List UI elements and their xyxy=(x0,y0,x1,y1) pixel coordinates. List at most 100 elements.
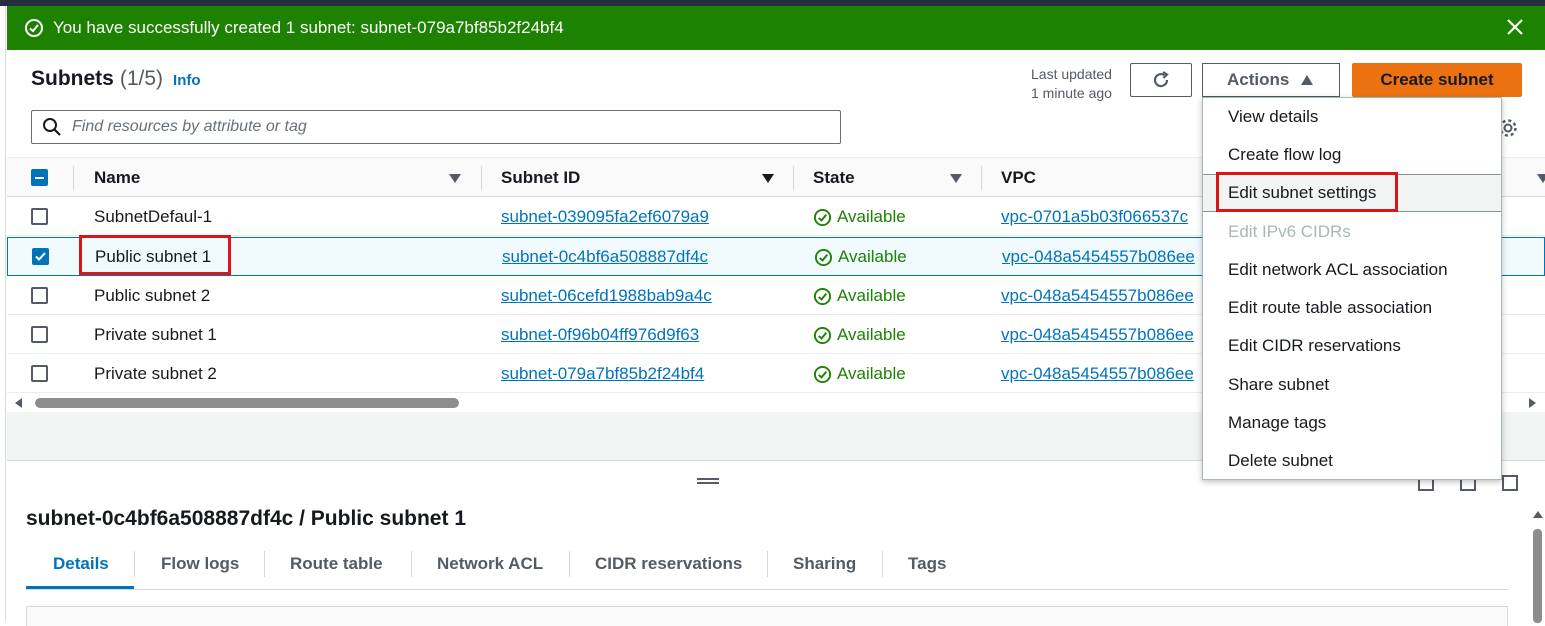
tab-details[interactable]: Details xyxy=(53,554,109,574)
menu-item-delete-subnet[interactable]: Delete subnet xyxy=(1228,451,1333,471)
tab-cidr-reservations[interactable]: CIDR reservations xyxy=(595,554,742,574)
state-cell: Available xyxy=(813,286,906,306)
column-header-name[interactable]: Name xyxy=(94,168,140,188)
actions-label: Actions xyxy=(1227,70,1290,89)
status-available-icon xyxy=(813,208,832,226)
row-checkbox[interactable] xyxy=(31,326,48,343)
state-text: Available xyxy=(837,207,906,226)
flash-message: You have successfully created 1 subnet: … xyxy=(53,18,564,37)
subnet-id-link[interactable]: subnet-039095fa2ef6079a9 xyxy=(501,207,709,227)
column-divider xyxy=(73,166,74,190)
tab-sharing[interactable]: Sharing xyxy=(793,554,856,574)
state-text: Available xyxy=(837,325,906,344)
subnet-id-link[interactable]: subnet-0f96b04ff976d9f63 xyxy=(501,325,699,345)
vpc-link[interactable]: vpc-0701a5b03f066537c xyxy=(1001,207,1203,227)
tab-divider xyxy=(264,551,265,577)
column-divider[interactable] xyxy=(981,166,982,190)
tab-divider xyxy=(411,551,412,577)
column-divider[interactable] xyxy=(481,166,482,190)
vpc-link[interactable]: vpc-048a5454557b086ee xyxy=(1001,286,1203,306)
tab-divider xyxy=(134,551,135,577)
subnet-id-link[interactable]: subnet-06cefd1988bab9a4c xyxy=(501,286,712,306)
info-link[interactable]: Info xyxy=(173,72,201,89)
vertical-scrollbar[interactable] xyxy=(1530,511,1545,623)
menu-item-edit-route-table-association[interactable]: Edit route table association xyxy=(1228,298,1432,318)
annotation-highlight xyxy=(1216,172,1398,212)
last-updated-value: 1 minute ago xyxy=(1031,85,1112,101)
success-check-icon xyxy=(25,19,43,37)
left-edge xyxy=(0,6,6,622)
menu-item-view-details[interactable]: View details xyxy=(1228,107,1318,127)
details-container xyxy=(26,606,1508,626)
search-input[interactable]: Find resources by attribute or tag xyxy=(31,110,841,144)
subnet-id-link[interactable]: subnet-079a7bf85b2f24bf4 xyxy=(501,364,704,384)
subnet-name: Private subnet 2 xyxy=(94,364,217,383)
tab-route-table[interactable]: Route table xyxy=(290,554,383,574)
split-close-icon[interactable] xyxy=(1502,475,1518,491)
menu-item-manage-tags[interactable]: Manage tags xyxy=(1228,413,1326,433)
sort-down-icon[interactable] xyxy=(762,174,774,183)
sort-down-icon[interactable] xyxy=(1537,174,1545,183)
vpc-link[interactable]: vpc-048a5454557b086ee xyxy=(1001,325,1203,345)
row-checkbox[interactable] xyxy=(31,208,48,225)
actions-menu: View details Create flow log Edit subnet… xyxy=(1202,97,1502,480)
row-checkbox[interactable] xyxy=(31,287,48,304)
subnet-name: Public subnet 2 xyxy=(94,286,211,305)
state-text: Available xyxy=(838,247,907,266)
refresh-button[interactable] xyxy=(1130,63,1192,97)
column-header-subnet-id[interactable]: Subnet ID xyxy=(501,168,580,188)
sort-down-icon[interactable] xyxy=(449,174,461,183)
column-header-state[interactable]: State xyxy=(813,168,855,188)
details-split-panel: subnet-0c4bf6a508887df4c / Public subnet… xyxy=(7,460,1545,626)
last-updated-label: Last updated xyxy=(1031,66,1112,82)
state-cell: Available xyxy=(814,247,907,267)
close-icon[interactable] xyxy=(1505,17,1525,37)
last-updated: Last updated 1 minute ago xyxy=(1031,65,1112,103)
state-cell: Available xyxy=(813,325,906,345)
details-tabs: Details Flow logs Route table Network AC… xyxy=(26,546,1508,590)
status-available-icon xyxy=(813,326,832,344)
subnet-id-link[interactable]: subnet-0c4bf6a508887df4c xyxy=(502,247,708,267)
menu-item-edit-cidr-reservations[interactable]: Edit CIDR reservations xyxy=(1228,336,1401,356)
tab-flow-logs[interactable]: Flow logs xyxy=(161,554,239,574)
caret-up-icon xyxy=(1301,75,1314,85)
state-text: Available xyxy=(837,286,906,305)
active-tab-indicator xyxy=(26,586,134,589)
search-icon xyxy=(43,118,61,136)
vpc-link[interactable]: vpc-048a5454557b086ee xyxy=(1001,364,1203,384)
resize-handle-icon[interactable] xyxy=(697,478,719,484)
actions-dropdown-button[interactable]: Actions xyxy=(1202,63,1340,97)
subnet-name: Private subnet 1 xyxy=(94,325,217,344)
success-flash-banner: You have successfully created 1 subnet: … xyxy=(7,6,1545,50)
scrollbar-thumb[interactable] xyxy=(35,398,459,408)
scroll-right-icon[interactable] xyxy=(1529,398,1536,408)
scrollbar-thumb[interactable] xyxy=(1533,529,1542,623)
menu-item-edit-ipv6-cidrs: Edit IPv6 CIDRs xyxy=(1228,222,1351,241)
column-divider[interactable] xyxy=(793,166,794,190)
vpc-link[interactable]: vpc-048a5454557b086ee xyxy=(1002,247,1204,267)
status-available-icon xyxy=(814,248,833,266)
sort-down-icon[interactable] xyxy=(950,174,962,183)
scroll-up-icon[interactable] xyxy=(1533,511,1543,518)
select-all-checkbox[interactable] xyxy=(31,169,48,186)
refresh-icon xyxy=(1153,71,1169,88)
details-title: subnet-0c4bf6a508887df4c / Public subnet… xyxy=(26,507,466,530)
tab-tags[interactable]: Tags xyxy=(908,554,946,574)
page-title-text: Subnets xyxy=(31,67,114,90)
search-placeholder: Find resources by attribute or tag xyxy=(72,118,307,135)
row-checkbox[interactable] xyxy=(31,365,48,382)
subnet-name: SubnetDefaul-1 xyxy=(94,207,213,226)
column-header-vpc[interactable]: VPC xyxy=(1001,168,1036,188)
state-cell: Available xyxy=(813,364,906,384)
annotation-highlight xyxy=(79,235,231,275)
scroll-left-icon[interactable] xyxy=(15,398,22,408)
tab-network-acl[interactable]: Network ACL xyxy=(437,554,543,574)
menu-item-share-subnet[interactable]: Share subnet xyxy=(1228,375,1329,395)
selection-count: (1/5) xyxy=(119,67,164,90)
menu-item-edit-network-acl-association[interactable]: Edit network ACL association xyxy=(1228,260,1448,280)
row-checkbox[interactable] xyxy=(32,248,49,265)
tab-divider xyxy=(882,551,883,577)
status-available-icon xyxy=(813,287,832,305)
create-subnet-button[interactable]: Create subnet xyxy=(1352,63,1522,97)
menu-item-create-flow-log[interactable]: Create flow log xyxy=(1228,145,1341,165)
